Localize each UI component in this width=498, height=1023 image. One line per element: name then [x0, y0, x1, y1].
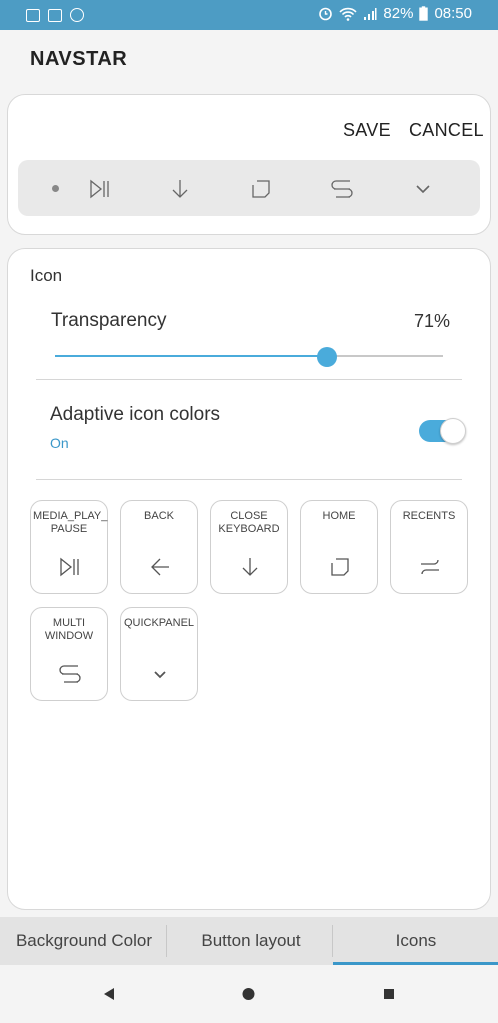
nav-home-icon[interactable]	[242, 987, 255, 1001]
chevron-down-icon[interactable]	[411, 177, 435, 201]
preview-dot-icon[interactable]	[52, 185, 59, 192]
tile-label: QUICKPANEL	[123, 617, 195, 629]
status-right: 82% 08:50	[318, 5, 472, 22]
close-keyboard-icon[interactable]	[168, 177, 192, 201]
nav-back-icon[interactable]	[103, 987, 115, 1001]
save-button[interactable]: SAVE	[343, 120, 391, 141]
signal-icon	[364, 7, 377, 20]
battery-percent: 82%	[383, 5, 414, 22]
button-tile-multi-window[interactable]: MULTI WINDOW	[30, 607, 108, 701]
toggle-knob	[440, 418, 466, 444]
tile-label: BACK	[144, 510, 174, 522]
button-tile-media-play-pause[interactable]: MEDIA_PLAY_ PAUSE	[30, 500, 108, 594]
home-square-icon[interactable]	[249, 177, 273, 201]
home-square-icon	[331, 558, 349, 576]
adaptive-colors-label: Adaptive icon colors	[50, 404, 221, 425]
tab-separator	[166, 925, 167, 957]
tile-label: RECENTS	[402, 510, 456, 522]
clock: 08:50	[434, 5, 472, 22]
button-tile-back[interactable]: BACK	[120, 500, 198, 594]
nav-recents-icon[interactable]	[383, 987, 395, 1001]
transparency-value: 71%	[413, 311, 450, 331]
slider-thumb[interactable]	[316, 347, 337, 367]
tile-label: HOME	[322, 510, 356, 522]
tile-label: MEDIA_PLAY_ PAUSE	[33, 510, 108, 535]
adaptive-colors-state: On	[50, 435, 69, 451]
gallery-notification-icon	[26, 8, 40, 22]
button-tile-home[interactable]: HOME	[300, 500, 378, 594]
divider	[36, 379, 462, 380]
do-not-disturb-icon	[70, 8, 84, 22]
status-left-icons	[26, 8, 84, 22]
alarm-icon	[319, 7, 333, 21]
status-bar: 82% 08:50	[0, 0, 498, 30]
app-bar: NAVSTAR	[0, 30, 498, 88]
multi-window-icon	[59, 665, 81, 683]
adaptive-colors-toggle[interactable]	[419, 418, 466, 444]
tile-label: CLOSE KEYBOARD	[218, 510, 280, 535]
gb-notification-icon	[48, 8, 62, 22]
section-title: Icon	[30, 266, 63, 285]
button-tile-close-keyboard[interactable]: CLOSE KEYBOARD	[210, 500, 288, 594]
tab-background-color[interactable]: Background Color	[0, 917, 168, 965]
close-keyboard-icon	[242, 558, 258, 576]
play-pause-icon[interactable]	[88, 177, 112, 201]
cancel-button[interactable]: CANCEL	[409, 120, 484, 141]
recents-icon	[421, 559, 439, 575]
system-nav-bar	[0, 965, 498, 1023]
slider-fill	[55, 355, 327, 357]
bottom-tabs: Background Color Button layout Icons	[0, 917, 498, 965]
tile-label: MULTI WINDOW	[44, 617, 94, 642]
multi-window-icon[interactable]	[330, 177, 354, 201]
chevron-down-icon	[154, 671, 166, 679]
button-tile-recents[interactable]: RECENTS	[390, 500, 468, 594]
battery-icon	[419, 6, 429, 21]
tab-button-layout[interactable]: Button layout	[168, 917, 334, 965]
wifi-icon	[339, 7, 358, 21]
transparency-label: Transparency	[51, 310, 167, 331]
play-pause-icon	[60, 557, 79, 577]
navbar-preview[interactable]	[18, 160, 480, 216]
divider	[36, 479, 462, 480]
tab-separator	[332, 925, 333, 957]
app-title: NAVSTAR	[30, 48, 128, 70]
tab-icons[interactable]: Icons	[334, 917, 498, 965]
button-tile-quickpanel[interactable]: QUICKPANEL	[120, 607, 198, 701]
back-arrow-icon	[151, 558, 169, 576]
transparency-slider[interactable]	[55, 347, 443, 367]
